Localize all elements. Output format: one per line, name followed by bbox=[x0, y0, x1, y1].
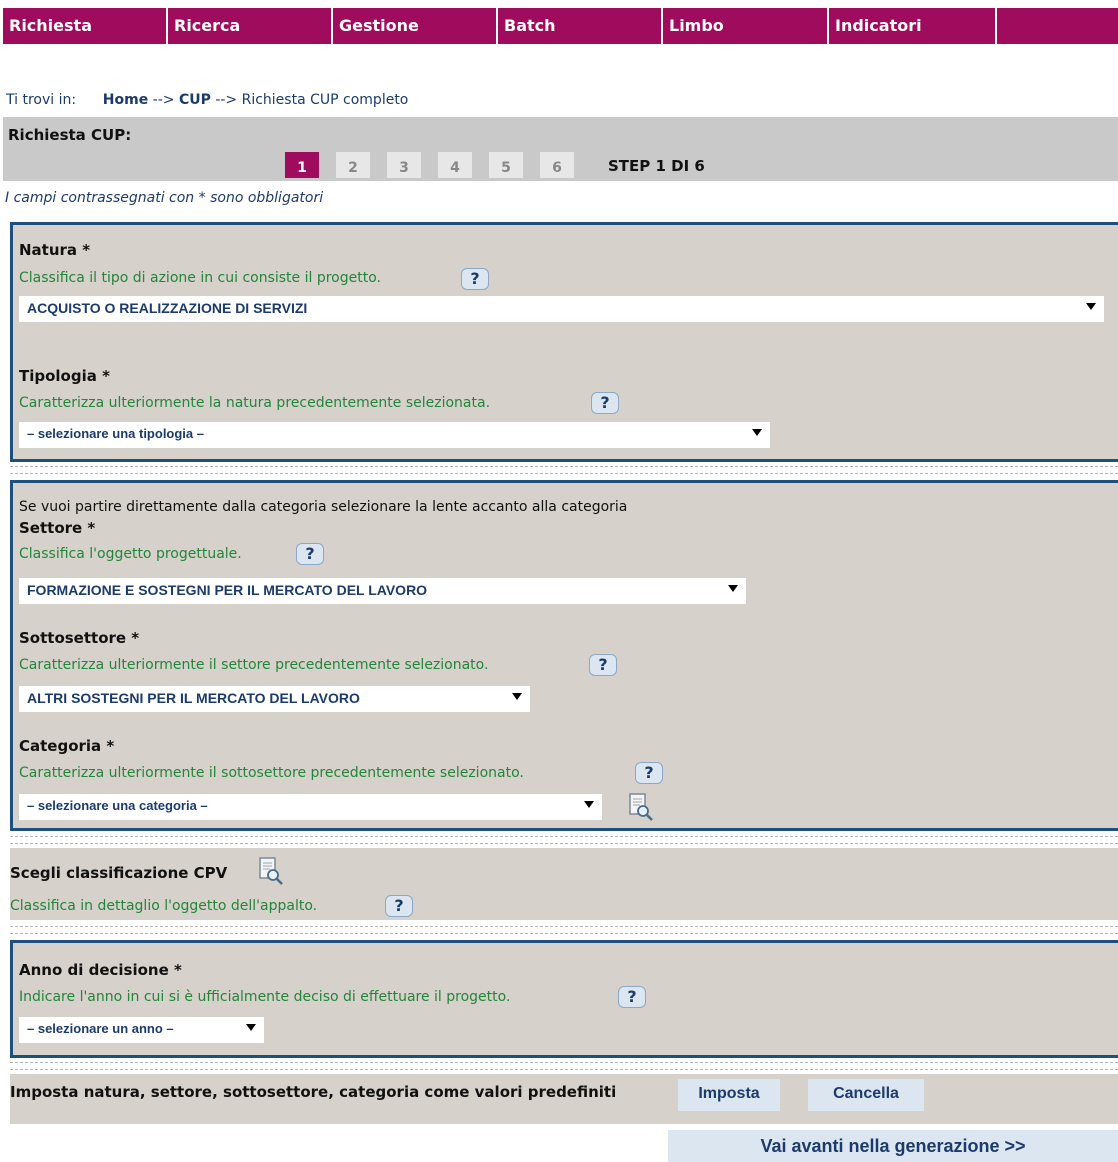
nav-richiesta[interactable]: Richiesta bbox=[3, 8, 168, 44]
step-counter: STEP 1 DI 6 bbox=[608, 157, 705, 175]
breadcrumb: Ti trovi in: Home --> CUP --> Richiesta … bbox=[6, 92, 408, 108]
nav-batch[interactable]: Batch bbox=[498, 8, 663, 44]
chevron-down-icon bbox=[1086, 303, 1096, 310]
categoria-label: Categoria * bbox=[19, 737, 115, 755]
sottosettore-hint: Caratterizza ulteriormente il settore pr… bbox=[19, 657, 489, 673]
anno-select[interactable]: – selezionare un anno – bbox=[19, 1017, 264, 1043]
cpv-label: Scegli classificazione CPV bbox=[10, 864, 228, 882]
sottosettore-label: Sottosettore * bbox=[19, 629, 140, 647]
breadcrumb-home-link[interactable]: Home bbox=[103, 92, 148, 108]
categoria-select-value: – selezionare una categoria – bbox=[27, 798, 208, 813]
step-2: 2 bbox=[333, 149, 373, 181]
cpv-hint: Classifica in dettaglio l'oggetto dell'a… bbox=[10, 898, 318, 914]
tipologia-hint: Caratterizza ulteriormente la natura pre… bbox=[19, 395, 491, 411]
anno-help-icon[interactable]: ? bbox=[618, 986, 646, 1008]
divider bbox=[10, 466, 1118, 467]
anno-hint: Indicare l'anno in cui si è ufficialment… bbox=[19, 989, 511, 1005]
divider bbox=[10, 926, 1118, 927]
sottosettore-select-value: ALTRI SOSTEGNI PER IL MERCATO DEL LAVORO bbox=[27, 690, 360, 706]
chevron-down-icon bbox=[584, 801, 594, 808]
divider bbox=[10, 843, 1118, 844]
settore-hint: Classifica l'oggetto progettuale. bbox=[19, 546, 242, 562]
natura-select[interactable]: ACQUISTO O REALIZZAZIONE DI SERVIZI bbox=[19, 296, 1104, 322]
step-6: 6 bbox=[537, 149, 577, 181]
natura-panel: Natura * Classifica il tipo di azione in… bbox=[10, 222, 1118, 462]
divider bbox=[10, 933, 1118, 934]
natura-hint: Classifica il tipo di azione in cui cons… bbox=[19, 270, 381, 286]
settore-select-value: FORMAZIONE E SOSTEGNI PER IL MERCATO DEL… bbox=[27, 582, 428, 598]
settore-select[interactable]: FORMAZIONE E SOSTEGNI PER IL MERCATO DEL… bbox=[19, 578, 746, 604]
step-4: 4 bbox=[435, 149, 475, 181]
divider bbox=[10, 836, 1118, 837]
divider bbox=[10, 1062, 1118, 1063]
anno-label: Anno di decisione * bbox=[19, 961, 182, 979]
settore-label: Settore * bbox=[19, 519, 96, 537]
next-button[interactable]: Vai avanti nella generazione >> bbox=[668, 1130, 1118, 1162]
cpv-panel: Scegli classificazione CPV Classifica in… bbox=[10, 848, 1118, 920]
breadcrumb-prefix: Ti trovi in: bbox=[6, 92, 77, 108]
categoria-hint: Caratterizza ulteriormente il sottosetto… bbox=[19, 765, 524, 781]
defaults-panel: Imposta natura, settore, sottosettore, c… bbox=[10, 1074, 1118, 1124]
breadcrumb-cup-link[interactable]: CUP bbox=[179, 92, 211, 108]
nav-gestione[interactable]: Gestione bbox=[333, 8, 498, 44]
mandatory-note: I campi contrassegnati con * sono obblig… bbox=[5, 190, 324, 206]
chevron-down-icon bbox=[728, 585, 738, 592]
step-5: 5 bbox=[486, 149, 526, 181]
natura-help-icon[interactable]: ? bbox=[461, 268, 489, 290]
natura-select-value: ACQUISTO O REALIZZAZIONE DI SERVIZI bbox=[27, 300, 308, 316]
nav-ricerca[interactable]: Ricerca bbox=[168, 8, 333, 44]
step-header-title: Richiesta CUP: bbox=[8, 126, 132, 144]
breadcrumb-current: Richiesta CUP completo bbox=[241, 92, 409, 108]
step-1[interactable]: 1 bbox=[282, 149, 322, 181]
divider bbox=[10, 1069, 1118, 1070]
anno-select-value: – selezionare un anno – bbox=[27, 1021, 174, 1036]
breadcrumb-separator: --> bbox=[215, 92, 238, 108]
imposta-button[interactable]: Imposta bbox=[678, 1079, 780, 1111]
anno-panel: Anno di decisione * Indicare l'anno in c… bbox=[10, 940, 1118, 1058]
settore-help-icon[interactable]: ? bbox=[296, 543, 324, 565]
cancella-button[interactable]: Cancella bbox=[808, 1079, 924, 1111]
tipologia-select-value: – selezionare una tipologia – bbox=[27, 426, 204, 441]
tipologia-help-icon[interactable]: ? bbox=[591, 392, 619, 414]
nav-limbo[interactable]: Limbo bbox=[663, 8, 829, 44]
category-intro-text: Se vuoi partire direttamente dalla categ… bbox=[19, 499, 628, 515]
chevron-down-icon bbox=[246, 1024, 256, 1031]
divider bbox=[10, 473, 1118, 474]
categoria-help-icon[interactable]: ? bbox=[635, 762, 663, 784]
magnifier-document-icon[interactable] bbox=[628, 792, 654, 822]
categoria-select[interactable]: – selezionare una categoria – bbox=[19, 794, 602, 820]
chevron-down-icon bbox=[752, 429, 762, 436]
tipologia-select[interactable]: – selezionare una tipologia – bbox=[19, 422, 770, 448]
classification-panel: Se vuoi partire direttamente dalla categ… bbox=[10, 480, 1118, 831]
sottosettore-help-icon[interactable]: ? bbox=[589, 654, 617, 676]
nav-indicatori[interactable]: Indicatori bbox=[829, 8, 997, 44]
cpv-help-icon[interactable]: ? bbox=[385, 895, 413, 917]
breadcrumb-separator: --> bbox=[152, 92, 175, 108]
tipologia-label: Tipologia * bbox=[19, 367, 110, 385]
sottosettore-select[interactable]: ALTRI SOSTEGNI PER IL MERCATO DEL LAVORO bbox=[19, 686, 530, 712]
step-3: 3 bbox=[384, 149, 424, 181]
top-navigation: Richiesta Ricerca Gestione Batch Limbo I… bbox=[0, 0, 1118, 44]
magnifier-document-icon[interactable] bbox=[258, 856, 284, 886]
natura-label: Natura * bbox=[19, 241, 91, 259]
step-header: Richiesta CUP: 1 2 3 4 5 6 STEP 1 DI 6 bbox=[3, 117, 1118, 181]
defaults-label: Imposta natura, settore, sottosettore, c… bbox=[10, 1083, 617, 1101]
chevron-down-icon bbox=[512, 693, 522, 700]
